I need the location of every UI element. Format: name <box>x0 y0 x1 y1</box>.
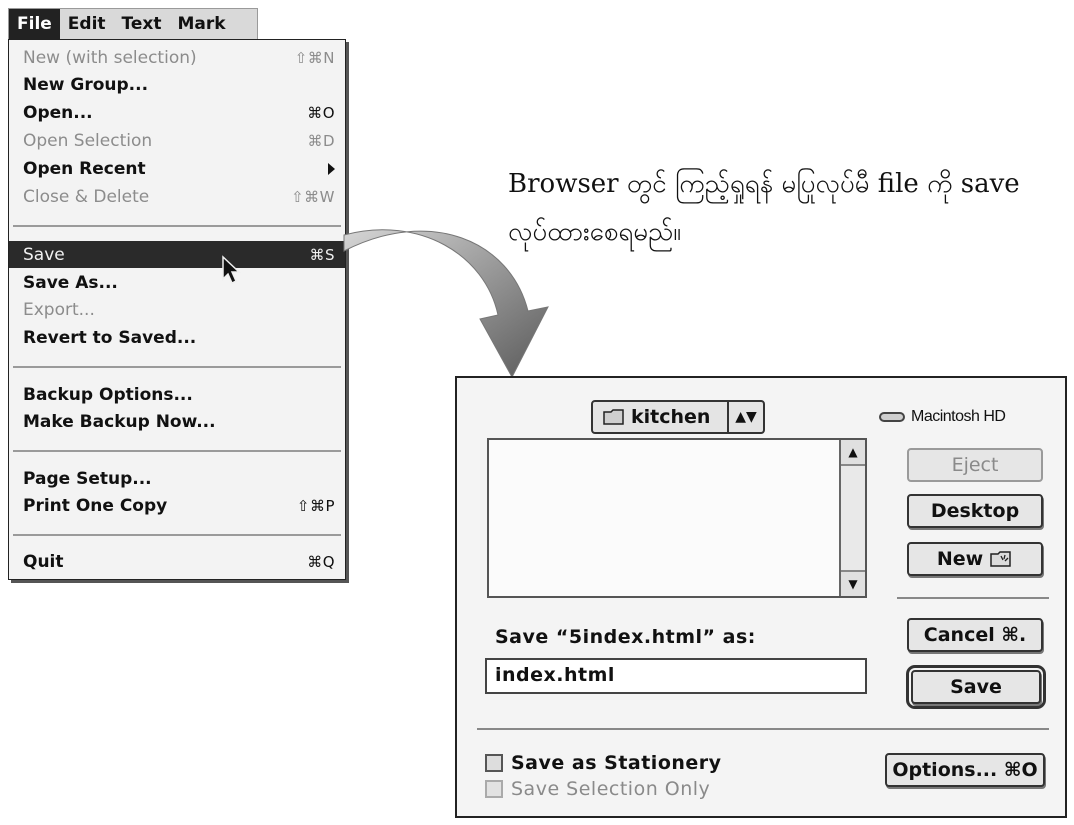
save-button[interactable]: Save <box>906 665 1046 709</box>
checkbox-label: Save as Stationery <box>511 752 722 774</box>
menu-text[interactable]: Text <box>114 9 170 39</box>
caption-line-1: Browser တွင် ကြည့်ရှုရန် မပြုလုပ်မီ file… <box>508 169 1020 199</box>
menu-item-label: Open Recent <box>23 158 146 179</box>
hard-disk-icon <box>879 412 905 422</box>
menu-item-make-backup-now[interactable]: Make Backup Now... <box>9 408 345 435</box>
new-folder-icon <box>990 551 1011 567</box>
save-as-prompt: Save “5index.html” as: <box>495 626 756 648</box>
menu-item-page-setup[interactable]: Page Setup... <box>9 465 345 492</box>
save-selection-only-checkbox[interactable]: Save Selection Only <box>485 778 710 800</box>
menu-item-save-as[interactable]: Save As... <box>9 269 345 296</box>
menu-item-shortcut: ⇧⌘P <box>296 496 335 515</box>
menu-item-label: Print One Copy <box>23 495 168 516</box>
file-list[interactable]: ▲ ▼ <box>487 438 867 598</box>
menu-separator <box>13 534 341 536</box>
folder-popup[interactable]: kitchen ▲▼ <box>591 400 765 434</box>
menu-item-close-delete[interactable]: Close & Delete ⇧⌘W <box>9 183 345 210</box>
caption: Browser တွင် ကြည့်ရှုရန် မပြုလုပ်မီ file… <box>508 160 1048 256</box>
volume-name: Macintosh HD <box>911 408 1006 425</box>
desktop-button[interactable]: Desktop <box>907 494 1043 528</box>
menu-item-new-with-selection[interactable]: New (with selection) ⇧⌘N <box>9 44 345 71</box>
menu-item-label: Open... <box>23 102 93 123</box>
button-separator <box>897 597 1049 599</box>
checkbox-box <box>485 754 503 772</box>
menu-file[interactable]: File <box>9 9 60 39</box>
menu-item-backup-options[interactable]: Backup Options... <box>9 381 345 408</box>
folder-icon <box>603 409 624 425</box>
cancel-button[interactable]: Cancel ⌘. <box>907 618 1043 652</box>
scroll-down-arrow-icon[interactable]: ▼ <box>841 570 865 596</box>
menu-item-save[interactable]: Save ⌘S <box>9 241 345 268</box>
menu-item-label: Backup Options... <box>23 384 193 405</box>
menu-separator <box>13 366 341 368</box>
menu-item-shortcut: ⌘S <box>309 245 335 264</box>
menu-item-export[interactable]: Export... <box>9 296 345 323</box>
menu-item-label: New (with selection) <box>23 47 197 68</box>
popup-stepper-icon: ▲▼ <box>727 402 763 432</box>
save-as-stationery-checkbox[interactable]: Save as Stationery <box>485 752 722 774</box>
menu-item-shortcut: ⇧⌘W <box>291 187 335 206</box>
menu-edit[interactable]: Edit <box>60 9 114 39</box>
dialog-separator <box>477 728 1049 730</box>
volume-indicator: Macintosh HD <box>879 408 1006 426</box>
new-folder-label: New <box>936 548 984 570</box>
filename-field[interactable]: index.html <box>485 658 867 694</box>
options-button[interactable]: Options... ⌘O <box>885 753 1045 787</box>
menu-item-label: Export... <box>23 299 95 320</box>
menu-item-label: Open Selection <box>23 130 153 151</box>
eject-button[interactable]: Eject <box>907 448 1043 482</box>
menu-item-shortcut: ⌘Q <box>307 552 335 571</box>
menu-item-label: Revert to Saved... <box>23 327 197 348</box>
menu-item-label: New Group... <box>23 74 149 95</box>
menu-item-shortcut: ⌘D <box>307 131 335 150</box>
menu-item-label: Make Backup Now... <box>23 411 216 432</box>
mouse-pointer-icon <box>222 255 241 285</box>
menu-item-revert-to-saved[interactable]: Revert to Saved... <box>9 324 345 351</box>
folder-popup-label: kitchen <box>631 406 711 428</box>
menu-item-label: Close & Delete <box>23 186 150 207</box>
menu-separator <box>13 225 341 227</box>
menu-item-shortcut: ⇧⌘N <box>294 48 335 67</box>
menu-item-open-recent[interactable]: Open Recent <box>9 155 345 182</box>
menu-mark[interactable]: Mark <box>170 9 234 39</box>
checkbox-label: Save Selection Only <box>511 778 711 800</box>
save-dialog: kitchen ▲▼ Macintosh HD ▲ ▼ Eject Deskto… <box>455 376 1067 818</box>
menu-item-label: Save As... <box>23 272 118 293</box>
scroll-up-arrow-icon[interactable]: ▲ <box>841 440 865 466</box>
new-folder-button[interactable]: New <box>907 542 1043 576</box>
file-list-scrollbar[interactable]: ▲ ▼ <box>839 440 865 596</box>
menu-item-quit[interactable]: Quit ⌘Q <box>9 548 345 575</box>
menu-item-shortcut: ⌘O <box>307 103 335 122</box>
file-menu: New (with selection) ⇧⌘N New Group... Op… <box>8 39 346 580</box>
menu-item-open-selection[interactable]: Open Selection ⌘D <box>9 127 345 154</box>
submenu-arrow-icon <box>328 162 335 175</box>
caption-line-2: လုပ်ထားစေရမည်။ <box>508 217 682 247</box>
menu-item-label: Save <box>23 244 65 265</box>
menu-item-new-group[interactable]: New Group... <box>9 71 345 98</box>
menu-bar: File Edit Text Mark <box>8 8 258 40</box>
menu-item-label: Page Setup... <box>23 468 152 489</box>
menu-item-open[interactable]: Open... ⌘O <box>9 99 345 126</box>
checkbox-box <box>485 780 503 798</box>
menu-item-print-one-copy[interactable]: Print One Copy ⇧⌘P <box>9 492 345 519</box>
menu-item-label: Quit <box>23 551 64 572</box>
menu-separator <box>13 450 341 452</box>
